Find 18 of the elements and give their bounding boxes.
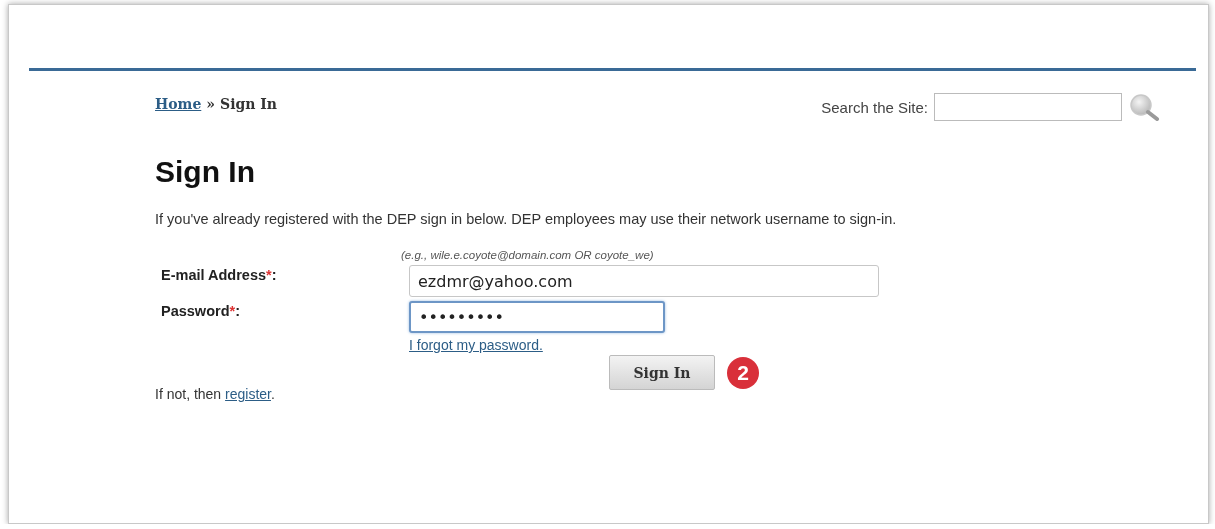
field-label: Password*: (160, 302, 241, 319)
sign-in-button[interactable]: Sign In (609, 355, 715, 390)
breadcrumb-current: Sign In (220, 96, 278, 112)
register-text: If not, then register. (155, 386, 276, 402)
breadcrumb-separator: » (206, 96, 216, 112)
field-hint: (e.g., wile.e.coyote@domain.com OR coyote_we) (401, 249, 655, 261)
page-title: Sign In (155, 155, 256, 189)
search-label: Search the Site: (821, 98, 928, 116)
password-field[interactable]: ••••••••• (409, 301, 665, 333)
field-label: E-mail Address*: (160, 266, 278, 283)
intro-text: If you've already registered with the DEP sign in below. DEP employees may use their network username to sign-in. (155, 211, 898, 227)
search-icon[interactable] (1128, 93, 1160, 121)
search-field[interactable] (934, 93, 1122, 121)
step-badge: 2 (727, 356, 759, 389)
forgot-password-link[interactable]: I forgot my password. (409, 337, 543, 353)
email-field[interactable]: ezdmr@yahoo.com (409, 265, 879, 297)
breadcrumb-link[interactable]: Home (155, 96, 202, 112)
register-link[interactable]: register (225, 386, 271, 402)
